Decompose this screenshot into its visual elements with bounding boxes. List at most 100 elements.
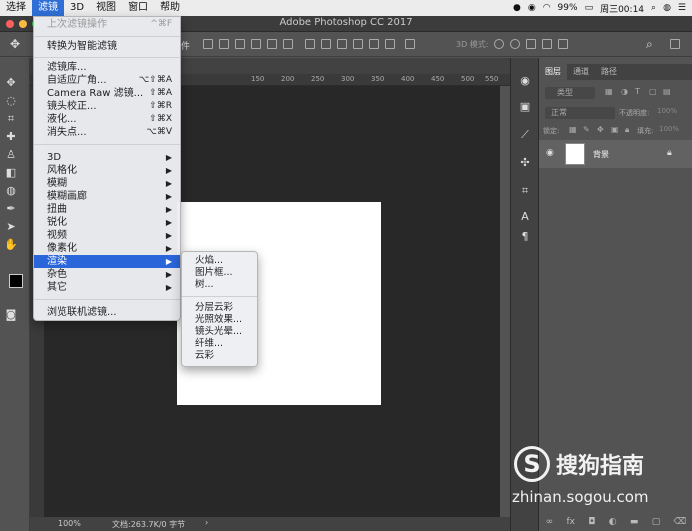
menu-window[interactable]: 窗口 [122, 0, 154, 16]
search-icon[interactable]: ⌕ [646, 37, 653, 52]
submenu-item-lighting-effects[interactable]: 光照效果... [182, 314, 257, 326]
brush-settings-icon[interactable]: ⟋ [518, 128, 532, 142]
filter-type-icon[interactable]: T [635, 87, 640, 96]
menu-item-vanishing-point[interactable]: 消失点... ⌥⌘V [34, 126, 180, 139]
filter-adjust-icon[interactable]: ◑ [621, 87, 628, 96]
align-top-icon[interactable] [203, 39, 213, 49]
menu-item-render[interactable]: 渲染 ▶ [34, 255, 180, 268]
distribute-hcenter-icon[interactable] [369, 39, 379, 49]
align-left-icon[interactable] [251, 39, 261, 49]
distribute-top-icon[interactable] [305, 39, 315, 49]
menu-item-gallery[interactable]: 滤镜库... [34, 61, 180, 74]
pen-tool-icon[interactable]: ✒ [4, 202, 18, 216]
menu-item-camera-raw[interactable]: Camera Raw 滤镜... ⇧⌘A [34, 87, 180, 100]
qq-icon[interactable]: ● [513, 3, 521, 13]
align-bottom-icon[interactable] [235, 39, 245, 49]
3d-scale-icon[interactable] [558, 39, 568, 49]
hand-tool-icon[interactable]: ✋ [4, 238, 18, 252]
filter-shape-icon[interactable]: ▢ [649, 87, 657, 96]
auto-align-icon[interactable] [405, 39, 415, 49]
menu-item-video[interactable]: 视频 ▶ [34, 229, 180, 242]
menu-item-lens-correction[interactable]: 镜头校正... ⇧⌘R [34, 100, 180, 113]
lock-position-icon[interactable]: ✥ [597, 125, 604, 134]
paragraph-icon[interactable]: ¶ [518, 230, 532, 244]
blur-tool-icon[interactable]: ◍ [4, 184, 18, 198]
distribute-bottom-icon[interactable] [337, 39, 347, 49]
siri-icon[interactable]: ◍ [663, 3, 671, 13]
3d-orbit-icon[interactable] [494, 39, 504, 49]
menu-item-stylize[interactable]: 风格化 ▶ [34, 164, 180, 177]
submenu-item-clouds[interactable]: 云彩 [182, 350, 257, 362]
filter-smart-icon[interactable]: ▤ [663, 87, 671, 96]
folder-icon[interactable]: ▬ [630, 517, 639, 527]
trash-icon[interactable]: ⌫ [674, 517, 687, 527]
layer-name[interactable]: 背景 [593, 149, 609, 160]
submenu-item-tree[interactable]: 树... [182, 279, 257, 291]
menu-filter[interactable]: 滤镜 [32, 0, 64, 16]
tab-paths[interactable]: 路径 [595, 64, 623, 80]
mask-icon[interactable]: ◘ [588, 517, 595, 527]
menu-item-blur[interactable]: 模糊 ▶ [34, 177, 180, 190]
submenu-item-difference-clouds[interactable]: 分层云彩 [182, 302, 257, 314]
distribute-right-icon[interactable] [385, 39, 395, 49]
lock-artboard-icon[interactable]: ▣ [611, 125, 619, 134]
fx-icon[interactable]: fx [566, 517, 575, 527]
3d-slide-icon[interactable] [542, 39, 552, 49]
healing-brush-icon[interactable]: ✚ [4, 130, 18, 144]
character-icon[interactable]: A [518, 210, 532, 224]
submenu-item-lens-flare[interactable]: 镜头光晕... [182, 326, 257, 338]
wifi-icon[interactable]: ◠ [543, 3, 551, 13]
eye-icon[interactable]: ◉ [546, 148, 554, 158]
menu-help[interactable]: 帮助 [154, 0, 186, 16]
lasso-tool-icon[interactable]: ◌ [4, 94, 18, 108]
submenu-item-fibers[interactable]: 纤维... [182, 338, 257, 350]
align-vcenter-icon[interactable] [219, 39, 229, 49]
menu-item-liquify[interactable]: 液化... ⇧⌘X [34, 113, 180, 126]
menu-item-other[interactable]: 其它 ▶ [34, 281, 180, 294]
menu-item-noise[interactable]: 杂色 ▶ [34, 268, 180, 281]
link-icon[interactable]: ∞ [546, 517, 554, 527]
distribute-vcenter-icon[interactable] [321, 39, 331, 49]
history-icon[interactable]: ◉ [518, 74, 532, 88]
distribute-left-icon[interactable] [353, 39, 363, 49]
3d-pan-icon[interactable] [526, 39, 536, 49]
properties-icon[interactable]: ▣ [518, 100, 532, 114]
move-tool-icon[interactable]: ✥ [4, 76, 18, 90]
submenu-item-picture-frame[interactable]: 图片框... [182, 267, 257, 279]
menu-item-distort[interactable]: 扭曲 ▶ [34, 203, 180, 216]
zoom-level[interactable]: 100% [58, 519, 81, 528]
submenu-item-flame[interactable]: 火焰... [182, 255, 257, 267]
crop-icon[interactable]: ⌗ [518, 184, 532, 198]
menu-item-adaptive-wide[interactable]: 自适应广角... ⌥⇧⌘A [34, 74, 180, 87]
align-hcenter-icon[interactable] [267, 39, 277, 49]
kind-filter-select[interactable]: 类型 [545, 87, 595, 99]
adjustment-icon[interactable]: ◐ [609, 517, 617, 527]
fill-input[interactable]: 100% [659, 125, 679, 133]
menu-item-pixelate[interactable]: 像素化 ▶ [34, 242, 180, 255]
battery-icon[interactable]: ▭ [585, 3, 594, 13]
menu-view[interactable]: 视图 [90, 0, 122, 16]
layer-row-background[interactable]: ◉ 背景 🔒︎ [539, 140, 692, 168]
stamp-tool-icon[interactable]: ♙ [4, 148, 18, 162]
menu-3d[interactable]: 3D [64, 0, 90, 16]
chevron-right-icon[interactable]: › [205, 518, 208, 527]
menu-item-browse-online[interactable]: 浏览联机滤镜... [34, 306, 180, 319]
search-icon[interactable]: ⌕ [651, 3, 656, 13]
menu-select[interactable]: 选择 [0, 0, 32, 16]
eraser-tool-icon[interactable]: ◧ [4, 166, 18, 180]
blend-mode-select[interactable]: 正常 [545, 107, 615, 119]
foreground-color-swatch[interactable] [9, 274, 23, 288]
move-tool-icon[interactable]: ✥ [10, 37, 20, 51]
lock-transparent-icon[interactable]: ▦ [569, 125, 577, 134]
tab-channels[interactable]: 通道 [567, 64, 595, 80]
menu-item-sharpen[interactable]: 锐化 ▶ [34, 216, 180, 229]
new-layer-icon[interactable]: ▢ [652, 517, 661, 527]
3d-roll-icon[interactable] [510, 39, 520, 49]
quick-mask-icon[interactable]: ◙ [4, 308, 18, 322]
menu-list-icon[interactable]: ☰ [678, 3, 686, 13]
path-select-icon[interactable]: ➤ [4, 220, 18, 234]
workspace-icon[interactable] [670, 39, 680, 49]
align-right-icon[interactable] [283, 39, 293, 49]
filter-pixel-icon[interactable]: ▦ [605, 87, 613, 96]
wechat-icon[interactable]: ◉ [528, 3, 536, 13]
